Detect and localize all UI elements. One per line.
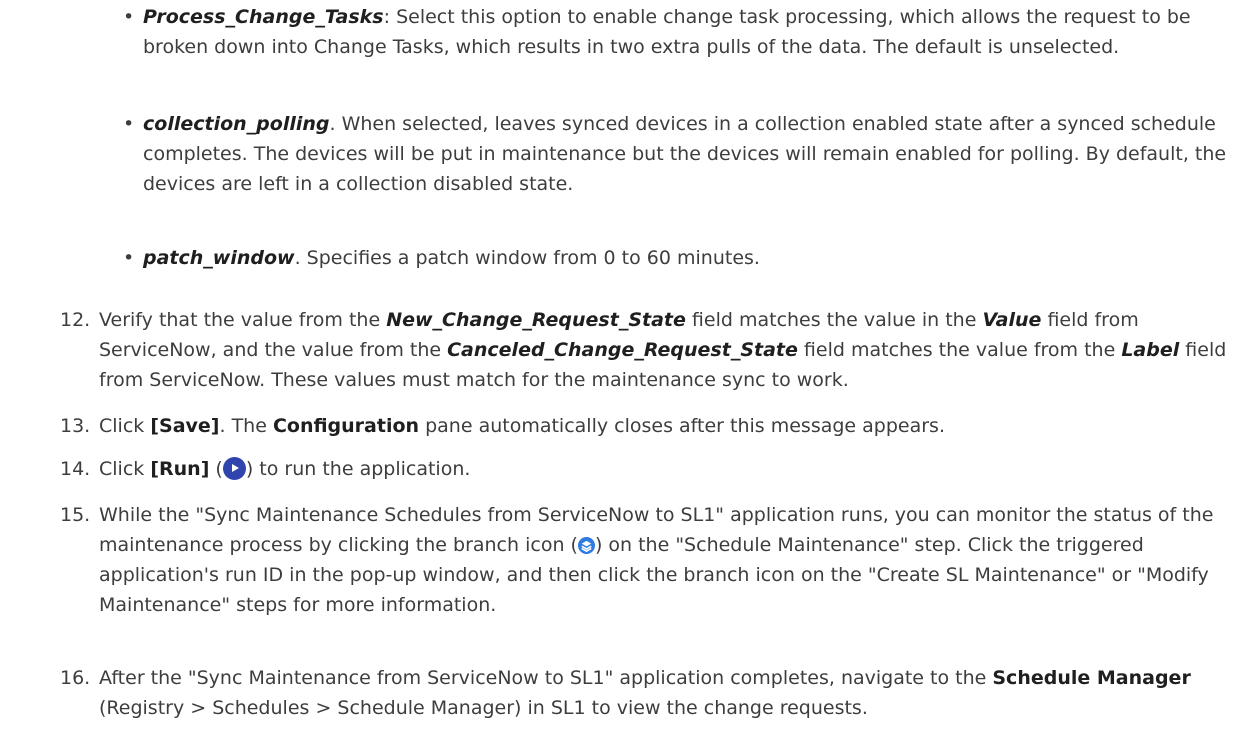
step-text: While the "Sync Maintenance Schedules fr… [99, 500, 1229, 620]
list-item: patch_window. Specifies a patch window f… [0, 243, 1247, 273]
step-text-part: . The [219, 415, 273, 437]
step-text-part: field matches the value in the [685, 309, 983, 331]
play-circle-icon [222, 457, 246, 480]
option-list-2: collection_polling. When selected, leave… [0, 109, 1247, 199]
step-text-part: (Registry > Schedules > Schedule Manager… [99, 697, 868, 719]
step-number: 12. [60, 309, 91, 331]
field-name: New_Change_Request_State [386, 309, 686, 331]
list-item: collection_polling. When selected, leave… [0, 109, 1247, 199]
step-number: 16. [60, 667, 91, 689]
save-button-label: [Save] [150, 415, 220, 437]
field-name: Canceled_Change_Request_State [447, 339, 798, 361]
step-text: Verify that the value from the New_Chang… [99, 305, 1229, 395]
step-number: 13. [60, 415, 91, 437]
step-text-part: Verify that the value from the [99, 309, 387, 331]
option-term: collection_polling [143, 113, 330, 135]
step-number: 14. [60, 458, 91, 480]
list-item: Process_Change_Tasks: Select this option… [0, 2, 1247, 62]
step-15: 15. While the "Sync Maintenance Schedule… [0, 500, 1247, 620]
field-name: Value [982, 309, 1042, 331]
step-text: Click [Save]. The Configuration pane aut… [99, 411, 1229, 441]
step-16: 16. After the "Sync Maintenance from Ser… [0, 663, 1247, 723]
branch-stack-icon [577, 537, 595, 554]
step-number: 15. [60, 504, 91, 526]
step-text-part: ) to run the application. [245, 458, 471, 480]
schedule-manager-label: Schedule Manager [992, 667, 1191, 689]
step-text-part: Click [99, 415, 151, 437]
option-term: Process_Change_Tasks [143, 6, 384, 28]
field-name: Label [1121, 339, 1180, 361]
configuration-pane-label: Configuration [272, 415, 420, 437]
step-13: 13. Click [Save]. The Configuration pane… [0, 411, 1247, 441]
document-page: Process_Change_Tasks: Select this option… [0, 0, 1247, 752]
option-list-1: Process_Change_Tasks: Select this option… [0, 2, 1247, 62]
step-text-part: field matches the value from the [797, 339, 1122, 361]
step-text-part: Click [99, 458, 151, 480]
option-description: Specifies a patch window from 0 to 60 mi… [300, 247, 760, 269]
step-text: Click [Run] ( ) to run the application. [99, 454, 1229, 484]
option-term: patch_window [143, 247, 295, 269]
step-text: After the "Sync Maintenance from Service… [99, 663, 1229, 723]
step-12: 12. Verify that the value from the New_C… [0, 305, 1247, 395]
step-text-part: ( [209, 458, 223, 480]
step-text-part: After the "Sync Maintenance from Service… [99, 667, 993, 689]
option-list-3: patch_window. Specifies a patch window f… [0, 243, 1247, 273]
step-14: 14. Click [Run] ( ) to run the applicatio… [0, 454, 1247, 484]
run-button-label: [Run] [150, 458, 210, 480]
step-text-part: pane automatically closes after this mes… [419, 415, 945, 437]
